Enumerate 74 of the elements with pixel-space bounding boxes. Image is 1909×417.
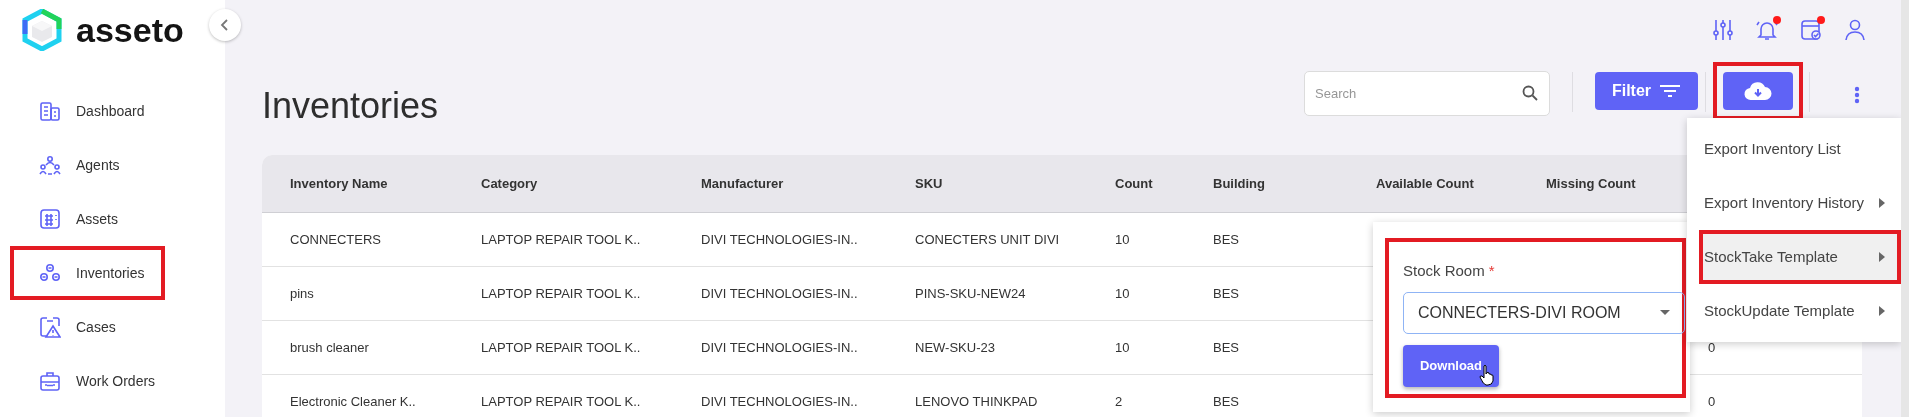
logo-text: asseto	[76, 13, 184, 47]
table-cell-text: CONNECTERS	[290, 230, 381, 249]
table-cell-text: DIVI TECHNOLOGIES-IN..	[701, 284, 858, 303]
menu-item[interactable]: StockTake Template	[1699, 230, 1901, 284]
people-icon	[39, 154, 61, 176]
sidebar-item[interactable]: Agents	[10, 138, 165, 192]
table-cell-text: DIVI TECHNOLOGIES-IN..	[701, 338, 858, 357]
table-cell-text: LAPTOP REPAIR TOOL K..	[481, 392, 641, 411]
filter-button[interactable]: Filter	[1595, 72, 1698, 110]
table-cell-text: PINS-SKU-NEW24	[915, 284, 1026, 303]
table-cell-text: BES	[1213, 230, 1239, 249]
export-button[interactable]	[1723, 72, 1793, 110]
required-mark: *	[1488, 261, 1495, 281]
caret-right-icon	[1879, 306, 1885, 316]
circles-icon	[39, 262, 61, 284]
menu-item[interactable]: Export Inventory List	[1687, 122, 1901, 176]
column-header[interactable]: Missing Count	[1546, 173, 1636, 194]
table-cell-text: BES	[1213, 284, 1239, 303]
table-cell-text: DIVI TECHNOLOGIES-IN..	[701, 392, 858, 411]
sliders-icon[interactable]	[1711, 18, 1735, 42]
table-cell-text: 10	[1115, 230, 1130, 249]
menu-item[interactable]: Export Inventory History	[1687, 176, 1901, 230]
table-cell-text: 10	[1115, 284, 1130, 303]
column-header[interactable]: Building	[1213, 173, 1265, 194]
table-cell-text: Electronic Cleaner K..	[290, 392, 416, 411]
logo-icon	[22, 9, 62, 51]
stock-room-select[interactable]: CONNECTERS-DIVI ROOM	[1403, 291, 1685, 334]
table-cell-text: NEW-SKU-23	[915, 338, 995, 357]
toolbox-icon	[39, 370, 61, 392]
field-label: Stock Room	[1403, 261, 1485, 281]
table-cell-text: 0	[1708, 338, 1716, 357]
caret-right-icon	[1879, 198, 1885, 208]
column-header[interactable]: SKU	[915, 173, 943, 194]
filter-icon	[1659, 84, 1682, 98]
sidebar-item[interactable]: Assets	[10, 192, 165, 246]
page-title: Inventories	[262, 88, 439, 124]
caret-right-icon	[1879, 252, 1885, 262]
building-icon	[39, 100, 61, 122]
warning-icon	[39, 316, 61, 338]
sidebar-item[interactable]: Dashboard	[10, 84, 165, 138]
search-field[interactable]: Search	[1304, 71, 1550, 116]
cloud-download-icon	[1744, 81, 1772, 101]
column-header[interactable]: Inventory Name	[290, 173, 388, 194]
table-cell-text: BES	[1213, 338, 1239, 357]
table-cell-text: LAPTOP REPAIR TOOL K..	[481, 230, 641, 249]
table-cell-text: 0	[1708, 392, 1716, 411]
column-header[interactable]: Available Count	[1376, 173, 1474, 194]
table-cell-text: brush cleaner	[290, 338, 369, 357]
table-cell-text: pins	[290, 284, 314, 303]
table-cell-text: DIVI TECHNOLOGIES-IN..	[701, 230, 858, 249]
table-cell-text: LAPTOP REPAIR TOOL K..	[481, 284, 641, 303]
column-header[interactable]: Count	[1115, 173, 1153, 194]
download-button[interactable]: Download	[1403, 344, 1499, 387]
shelf-icon	[39, 208, 61, 230]
caret-down-icon	[1660, 309, 1670, 316]
column-header[interactable]: Manufacturer	[701, 173, 784, 194]
table-cell-text: LAPTOP REPAIR TOOL K..	[481, 338, 641, 357]
calendar-check-icon[interactable]	[1799, 18, 1823, 42]
sidebar-item[interactable]: Inventories	[10, 246, 165, 300]
column-header[interactable]: Category	[481, 173, 538, 194]
sidebar-item[interactable]: Cases	[10, 300, 165, 354]
table-cell-text: BES	[1213, 392, 1239, 411]
search-icon	[1522, 85, 1538, 101]
table-cell-text: LENOVO THINKPAD	[915, 392, 1038, 411]
menu-item[interactable]: StockUpdate Template	[1687, 284, 1901, 338]
table-cell-text: 10	[1115, 338, 1130, 357]
more-options-icon[interactable]	[1854, 86, 1860, 104]
table-cell-text: CONECTERS UNIT DIVI	[915, 230, 1060, 249]
table-cell-text: 2	[1115, 392, 1123, 411]
collapse-button[interactable]	[209, 9, 241, 41]
user-icon[interactable]	[1843, 18, 1867, 42]
hand-cursor-icon	[1479, 364, 1495, 386]
sidebar-item[interactable]: Work Orders	[10, 354, 165, 408]
chevron-left-icon	[220, 19, 230, 31]
